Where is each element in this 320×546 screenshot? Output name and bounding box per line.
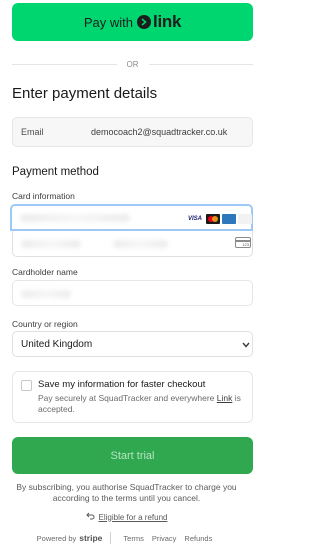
payment-details-heading: Enter payment details xyxy=(12,85,158,102)
card-information-label: Card information xyxy=(12,191,75,201)
mastercard-icon xyxy=(206,214,220,224)
refunds-link[interactable]: Refunds xyxy=(184,534,212,543)
refund-link[interactable]: Eligible for a refund xyxy=(99,513,168,522)
divider-line xyxy=(148,63,253,65)
save-info-description: Pay securely at SquadTracker and everywh… xyxy=(38,393,241,414)
link-logo: link xyxy=(137,12,181,32)
expiry-value xyxy=(21,240,81,248)
stripe-logo[interactable]: stripe xyxy=(79,533,102,543)
divider-line xyxy=(12,63,117,65)
privacy-link[interactable]: Privacy xyxy=(152,534,177,543)
card-expiry-cvc-row[interactable]: 123 xyxy=(12,231,253,257)
powered-by-label: Powered by xyxy=(36,533,77,543)
email-value: democoach2@squadtracker.co.uk xyxy=(91,127,228,137)
card-number-value xyxy=(20,214,130,222)
country-label: Country or region xyxy=(12,319,78,329)
visa-icon: VISA xyxy=(187,216,202,222)
cardholder-name-input[interactable] xyxy=(12,280,253,306)
pay-with-label: Pay with xyxy=(83,14,134,30)
return-arrow-icon xyxy=(85,512,95,522)
chevron-down-icon xyxy=(242,340,250,350)
card-number-input[interactable]: VISA xyxy=(10,204,253,231)
or-label: OR xyxy=(126,59,139,69)
cvc-value xyxy=(113,240,168,248)
cardholder-name-value xyxy=(21,290,71,298)
link-wordmark: link xyxy=(153,12,182,31)
email-field: Email democoach2@squadtracker.co.uk xyxy=(12,117,253,147)
pay-with-link-button[interactable]: Pay with link xyxy=(12,3,253,41)
payment-method-heading: Payment method xyxy=(12,166,99,178)
country-select[interactable]: United Kingdom xyxy=(12,331,253,357)
refund-row: Eligible for a refund xyxy=(0,512,253,522)
save-info-title: Save my information for faster checkout xyxy=(38,379,206,390)
save-info-checkbox[interactable] xyxy=(21,380,32,391)
cardholder-name-label: Cardholder name xyxy=(12,267,78,277)
discover-icon xyxy=(238,214,252,224)
save-info-option: Save my information for faster checkout … xyxy=(12,371,253,423)
arrow-icon xyxy=(137,15,152,29)
email-label: Email xyxy=(21,127,44,137)
cvc-card-icon: 123 xyxy=(235,237,251,248)
amex-icon xyxy=(222,214,236,224)
footer-divider xyxy=(110,532,112,544)
start-trial-button[interactable]: Start trial xyxy=(12,437,253,474)
terms-text: By subscribing, you authorise SquadTrack… xyxy=(16,482,237,503)
country-value: United Kingdom xyxy=(21,338,93,350)
footer: Powered by stripe Terms Privacy Refunds xyxy=(0,532,253,544)
link-info-link[interactable]: Link xyxy=(217,393,233,403)
terms-link[interactable]: Terms xyxy=(123,534,143,543)
or-divider: OR xyxy=(12,58,253,70)
